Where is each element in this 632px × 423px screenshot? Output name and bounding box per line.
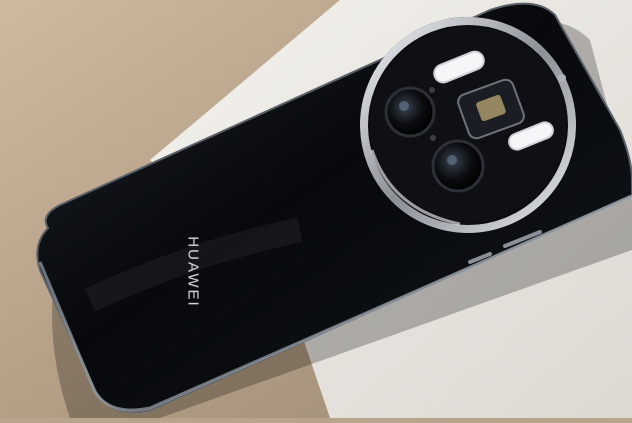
lens-main-glint (399, 101, 409, 111)
sensor-dot (429, 87, 435, 93)
brand-logo-text: HUAWEI (184, 236, 202, 308)
photo-scene: HUAWEI (0, 0, 632, 418)
lens-ultrawide-glint (447, 155, 457, 165)
camera-module (360, 17, 576, 233)
lens-main (384, 86, 436, 138)
phone-photo (0, 0, 632, 418)
lens-ultrawide (431, 139, 485, 193)
sensor-dot (430, 135, 436, 141)
sensor-dot (558, 74, 566, 82)
